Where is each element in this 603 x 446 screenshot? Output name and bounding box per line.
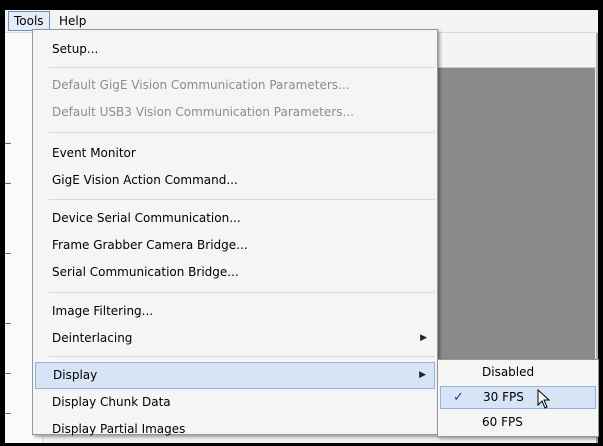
menu-item-label: Serial Communication Bridge... bbox=[52, 265, 239, 279]
submenu-item-label: 60 FPS bbox=[482, 415, 523, 429]
submenu-item-label: 30 FPS bbox=[483, 390, 524, 404]
tools-menu: Setup... Default GigE Vision Communicati… bbox=[32, 29, 438, 436]
ruler-tick bbox=[5, 323, 11, 324]
submenu-item-60fps[interactable]: 60 FPS bbox=[440, 411, 596, 434]
ruler-tick bbox=[5, 183, 11, 184]
menu-item-label: Deinterlacing bbox=[52, 331, 133, 345]
menu-item-default-gige-params[interactable]: Default GigE Vision Communication Parame… bbox=[35, 72, 435, 99]
checkmark-icon: ✓ bbox=[453, 390, 464, 405]
menubar-help[interactable]: Help bbox=[54, 12, 91, 30]
menu-item-gige-action-command[interactable]: GigE Vision Action Command... bbox=[35, 167, 435, 194]
chevron-right-icon: ▶ bbox=[420, 333, 427, 343]
menu-item-label: Default USB3 Vision Communication Parame… bbox=[52, 105, 354, 119]
menu-item-image-filtering[interactable]: Image Filtering... bbox=[35, 298, 435, 325]
menu-separator bbox=[49, 292, 435, 293]
ruler-tick bbox=[5, 413, 11, 414]
menu-item-label: Device Serial Communication... bbox=[52, 211, 241, 225]
menu-item-event-monitor[interactable]: Event Monitor bbox=[35, 140, 435, 167]
menu-item-display-partial-images[interactable]: Display Partial Images bbox=[35, 416, 435, 443]
menu-item-frame-grabber-camera-bridge[interactable]: Frame Grabber Camera Bridge... bbox=[35, 232, 435, 259]
menubar-tools[interactable]: Tools bbox=[8, 11, 50, 31]
menu-item-display[interactable]: Display ▶ bbox=[35, 362, 435, 389]
menu-item-display-chunk-data[interactable]: Display Chunk Data bbox=[35, 389, 435, 416]
background-toolbar bbox=[435, 33, 598, 68]
ruler-tick bbox=[5, 253, 11, 254]
menu-item-label: Default GigE Vision Communication Parame… bbox=[52, 78, 350, 92]
menu-item-device-serial-communication[interactable]: Device Serial Communication... bbox=[35, 205, 435, 232]
menu-item-deinterlacing[interactable]: Deinterlacing ▶ bbox=[35, 325, 435, 352]
ruler-tick bbox=[5, 143, 11, 144]
menu-item-label: Display Chunk Data bbox=[52, 395, 171, 409]
menu-separator bbox=[49, 199, 435, 200]
menu-item-label: Display Partial Images bbox=[52, 422, 186, 436]
image-display-area bbox=[435, 68, 595, 378]
menu-separator bbox=[49, 132, 435, 133]
menu-item-serial-communication-bridge[interactable]: Serial Communication Bridge... bbox=[35, 259, 435, 286]
submenu-item-30fps[interactable]: ✓ 30 FPS bbox=[440, 386, 596, 409]
menu-separator bbox=[49, 67, 435, 68]
menu-item-default-usb3-params[interactable]: Default USB3 Vision Communication Parame… bbox=[35, 99, 435, 126]
menu-item-label: Image Filtering... bbox=[52, 304, 154, 318]
menu-item-label: Display bbox=[53, 368, 98, 382]
menu-separator bbox=[49, 356, 435, 357]
submenu-item-label: Disabled bbox=[482, 365, 535, 379]
mouse-pointer-icon bbox=[537, 389, 551, 409]
ruler-tick bbox=[5, 373, 11, 374]
submenu-item-disabled[interactable]: Disabled bbox=[440, 361, 596, 384]
menu-item-label: Event Monitor bbox=[52, 146, 136, 160]
chevron-right-icon: ▶ bbox=[419, 370, 426, 380]
display-submenu: Disabled ✓ 30 FPS 60 FPS bbox=[437, 359, 599, 437]
menu-item-setup[interactable]: Setup... bbox=[35, 36, 435, 63]
menu-item-label: GigE Vision Action Command... bbox=[52, 173, 238, 187]
menu-item-label: Frame Grabber Camera Bridge... bbox=[52, 238, 248, 252]
menu-item-label: Setup... bbox=[52, 42, 99, 56]
